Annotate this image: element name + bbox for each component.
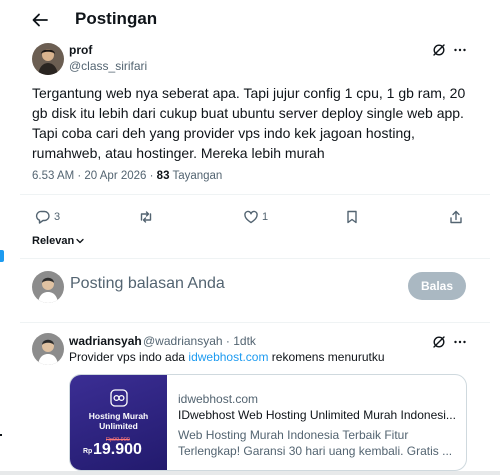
post-meta: 6.53 AM · 20 Apr 2026 · 83 Tayangan (32, 170, 222, 182)
sort-dropdown[interactable]: Relevan (32, 235, 85, 247)
reply-submit-button[interactable]: Balas (408, 272, 466, 300)
card-image-title-line1: Hosting Murah (88, 411, 149, 421)
grok-icon[interactable] (432, 43, 446, 57)
author-name[interactable]: prof (69, 43, 92, 57)
bottom-edge (0, 471, 500, 475)
views-label: Tayangan (169, 170, 223, 182)
card-image: Hosting Murah Unlimited Rp99.900 Rp 19.9… (70, 375, 167, 470)
reply-author-name[interactable]: wadriansyah (69, 334, 142, 348)
top-bar: Postingan (0, 0, 500, 40)
divider (20, 194, 490, 195)
more-horizontal-icon[interactable] (453, 43, 467, 57)
share-icon (450, 210, 462, 224)
reply-text: Provider vps indo ada idwebhost.com reko… (69, 350, 385, 364)
avatar (32, 271, 64, 303)
more-horizontal-icon[interactable] (453, 335, 467, 349)
card-currency: Rp (83, 448, 93, 455)
share-button[interactable] (448, 205, 464, 229)
like-button[interactable]: 1 (243, 205, 268, 229)
bookmark-icon (347, 210, 357, 224)
post-timestamp[interactable]: 6.53 AM · 20 Apr 2026 · (32, 170, 157, 182)
repost-button[interactable] (138, 205, 154, 229)
edge-indicator (0, 250, 4, 262)
card-title: IDwebhost Web Hosting Unlimited Murah In… (178, 408, 456, 422)
reply-button[interactable]: 3 (35, 205, 60, 229)
like-count: 1 (262, 211, 269, 223)
reply-text-before: Provider vps indo ada (69, 350, 189, 364)
grok-icon[interactable] (432, 335, 446, 349)
card-price: 19.900 (93, 441, 142, 458)
post-text: Tergantung web nya seberat apa. Tapi juj… (32, 85, 466, 161)
reply-text-after: rekomens menurutku (268, 350, 385, 364)
reply-link[interactable]: idwebhost.com (188, 350, 268, 364)
divider (20, 322, 490, 323)
bookmark-button[interactable] (344, 205, 360, 229)
action-bar: 3 1 (0, 205, 500, 229)
divider (20, 258, 490, 259)
edge-dot (0, 434, 2, 436)
card-description: Web Hosting Murah Indonesia Terbaik Fitu… (178, 428, 453, 458)
card-domain: idwebhost.com (178, 392, 259, 406)
repost-icon (140, 211, 152, 223)
card-image-title: Hosting Murah Unlimited (70, 411, 167, 431)
reply-author-handle[interactable]: @wadriansyah · 1dtk (143, 334, 256, 348)
reply-input[interactable]: Posting balasan Anda (70, 275, 225, 293)
sort-label: Relevan (32, 235, 75, 247)
card-image-title-line2: Unlimited (99, 421, 138, 431)
author-handle[interactable]: @class_sirifari (69, 59, 147, 73)
reply-count: 3 (54, 211, 61, 223)
link-preview-card[interactable]: Hosting Murah Unlimited Rp99.900 Rp 19.9… (69, 374, 467, 471)
avatar[interactable] (32, 333, 64, 365)
avatar[interactable] (32, 43, 64, 75)
like-icon (244, 210, 258, 224)
arrow-left-icon[interactable] (30, 10, 50, 30)
chevron-down-icon (76, 238, 84, 244)
views-count: 83 (156, 170, 170, 182)
reply-icon (35, 210, 50, 224)
idwebhost-logo-icon (110, 389, 128, 407)
page-title: Postingan (75, 9, 158, 28)
